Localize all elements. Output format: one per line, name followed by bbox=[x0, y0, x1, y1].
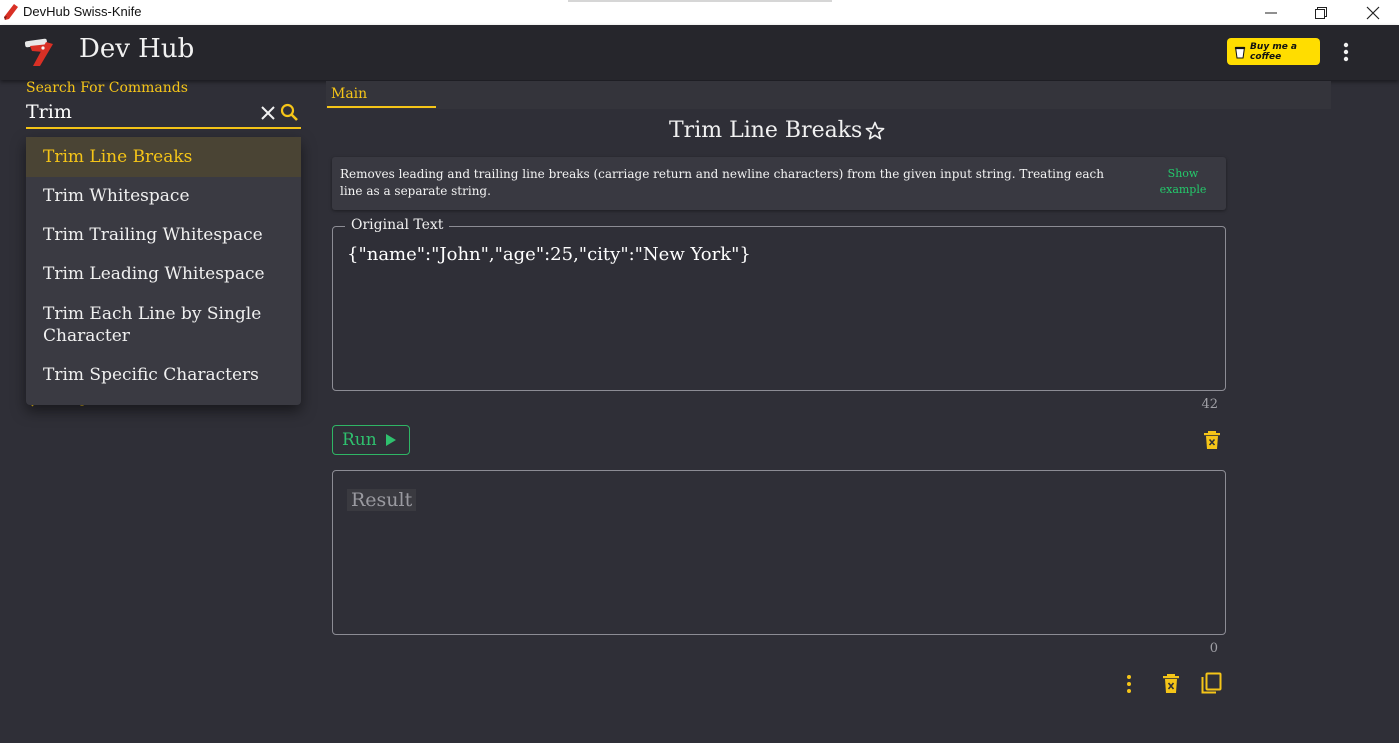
original-text-field[interactable]: Original Text {"name":"John","age":25,"c… bbox=[332, 217, 1226, 391]
titlebar-divider bbox=[568, 0, 832, 2]
search-underline bbox=[26, 127, 301, 129]
app-knife-icon bbox=[4, 4, 18, 20]
app-header: Dev Hub Buy me a coffee bbox=[0, 25, 1399, 80]
search-label: Search For Commands bbox=[26, 80, 188, 96]
original-char-count: 42 bbox=[1201, 397, 1218, 412]
close-icon bbox=[1366, 6, 1380, 19]
tab-main[interactable]: Main bbox=[331, 86, 367, 102]
clear-result-trash-icon[interactable] bbox=[1162, 673, 1180, 694]
window-title: DevHub Swiss-Knife bbox=[23, 4, 142, 19]
show-example-link[interactable]: Show example bbox=[1150, 166, 1216, 198]
coffee-label: Buy me a coffee bbox=[1250, 41, 1298, 62]
search-results-dropdown: Trim Line Breaks Trim Whitespace Trim Tr… bbox=[26, 137, 301, 405]
search-result-item[interactable]: Trim Trailing Whitespace bbox=[26, 216, 301, 255]
search-icon[interactable] bbox=[280, 103, 299, 122]
tab-bar: Main bbox=[326, 81, 1331, 109]
tab-active-indicator bbox=[327, 106, 436, 108]
app-title: Dev Hub bbox=[79, 34, 195, 64]
copy-result-icon[interactable] bbox=[1200, 672, 1223, 695]
run-label: Run bbox=[342, 430, 377, 450]
minimize-icon bbox=[1265, 12, 1277, 13]
restore-button[interactable] bbox=[1296, 0, 1346, 25]
result-more-options-icon[interactable] bbox=[1120, 673, 1138, 695]
search-result-item[interactable]: Trim Line Breaks bbox=[26, 137, 301, 177]
clear-input-trash-icon[interactable] bbox=[1203, 430, 1221, 450]
command-description-card: Removes leading and trailing line breaks… bbox=[332, 157, 1226, 210]
search-input[interactable] bbox=[26, 100, 258, 124]
close-window-button[interactable] bbox=[1348, 0, 1398, 25]
result-field[interactable]: Result bbox=[332, 470, 1226, 635]
search-result-item[interactable]: Trim Whitespace bbox=[26, 177, 301, 216]
vertical-dots-icon bbox=[1343, 42, 1349, 62]
result-placeholder: Result bbox=[347, 489, 417, 511]
minimize-button[interactable] bbox=[1246, 0, 1296, 25]
coffee-cup-icon bbox=[1234, 46, 1246, 59]
swiss-knife-logo-icon bbox=[24, 38, 53, 66]
command-title: Trim Line Breaks bbox=[669, 118, 863, 143]
result-char-count: 0 bbox=[1209, 641, 1218, 656]
clear-search-icon[interactable] bbox=[259, 104, 277, 122]
command-description: Removes leading and trailing line breaks… bbox=[340, 167, 1104, 198]
original-text-label: Original Text bbox=[345, 217, 450, 233]
search-result-item[interactable]: Trim Specific Characters bbox=[26, 356, 301, 396]
restore-icon bbox=[1315, 6, 1327, 19]
search-result-item[interactable]: Trim Each Line by Single Character bbox=[26, 294, 301, 356]
play-icon bbox=[385, 434, 396, 446]
run-button[interactable]: Run bbox=[332, 425, 410, 455]
favorite-star-icon[interactable] bbox=[864, 120, 886, 142]
original-text-value[interactable]: {"name":"John","age":25,"city":"New York… bbox=[347, 244, 751, 265]
search-result-item[interactable]: Trim Leading Whitespace bbox=[26, 255, 301, 294]
window-titlebar: DevHub Swiss-Knife bbox=[0, 0, 1399, 25]
buy-me-a-coffee-button[interactable]: Buy me a coffee bbox=[1227, 38, 1320, 65]
more-options-button[interactable] bbox=[1336, 39, 1356, 65]
